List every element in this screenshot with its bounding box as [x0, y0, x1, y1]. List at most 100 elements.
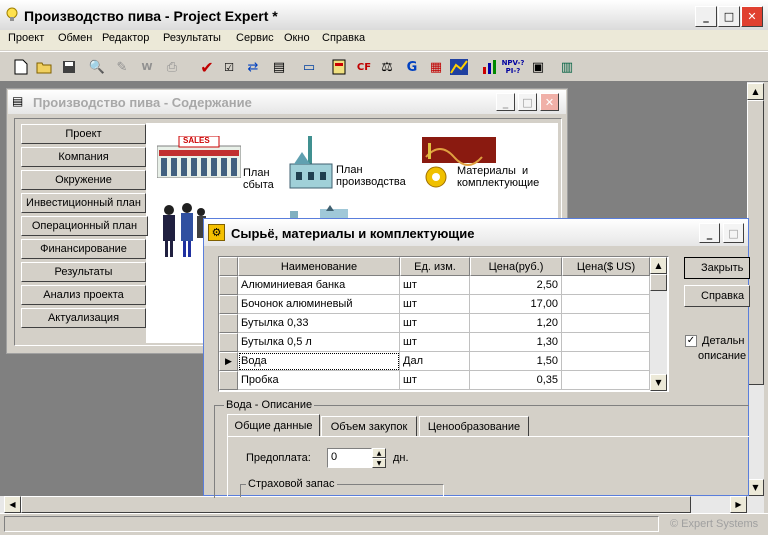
cell-unit[interactable]: шт: [400, 276, 470, 295]
chart-icon[interactable]: [330, 58, 348, 76]
calc-icon[interactable]: ▣: [529, 58, 547, 76]
cell-unit[interactable]: шт: [400, 371, 470, 390]
mdi-scroll-left-arrow[interactable]: ◀: [4, 496, 21, 513]
content-maximize-button[interactable]: □: [518, 93, 537, 111]
cell-price-usd[interactable]: [562, 295, 650, 314]
production-plan-item[interactable]: План производства: [288, 136, 413, 194]
grid-scroll-thumb[interactable]: [650, 274, 667, 291]
materials-item[interactable]: Материалы и комплектующие: [422, 137, 552, 193]
cell-price-rub[interactable]: 17,00: [470, 295, 562, 314]
nav-project[interactable]: Проект: [21, 124, 146, 144]
card-icon[interactable]: ▤: [270, 58, 288, 76]
row-indicator[interactable]: [219, 276, 238, 295]
cell-price-rub[interactable]: 1,30: [470, 333, 562, 352]
link-icon[interactable]: ✎: [113, 58, 131, 76]
prepayment-spin-down[interactable]: ▼: [372, 458, 386, 468]
menu-window[interactable]: Окно: [284, 32, 310, 44]
nav-operational-plan[interactable]: Операционный план: [21, 216, 148, 236]
menu-service[interactable]: Сервис: [236, 32, 274, 44]
cell-price-rub[interactable]: 0,35: [470, 371, 562, 390]
col-header-unit[interactable]: Ед. изм.: [400, 257, 470, 276]
help-button[interactable]: Справка: [684, 285, 750, 307]
cell-unit[interactable]: шт: [400, 314, 470, 333]
check-icon[interactable]: ✔: [198, 58, 216, 77]
nav-results[interactable]: Результаты: [21, 262, 146, 282]
tab-general-data[interactable]: Общие данные: [227, 414, 320, 436]
detailed-description-checkbox[interactable]: ✓: [685, 335, 697, 347]
nav-environment[interactable]: Окружение: [21, 170, 146, 190]
nav-project-analysis[interactable]: Анализ проекта: [21, 285, 146, 305]
scales-icon[interactable]: ⚖: [378, 58, 396, 76]
main-minimize-button[interactable]: _: [695, 6, 717, 27]
mdi-scroll-thumb[interactable]: [747, 100, 764, 385]
cell-name[interactable]: Алюминиевая банка: [238, 276, 400, 295]
bar-chart-icon[interactable]: [481, 58, 499, 76]
grid-scroll-down-arrow[interactable]: ▼: [650, 374, 667, 391]
row-indicator[interactable]: [219, 333, 238, 352]
graph-icon[interactable]: [450, 58, 468, 76]
new-icon[interactable]: [12, 58, 30, 76]
save-icon[interactable]: [60, 58, 78, 76]
cell-name[interactable]: Бутылка 0,33: [238, 314, 400, 333]
row-indicator[interactable]: [219, 371, 238, 390]
col-header-name[interactable]: Наименование: [238, 257, 400, 276]
materials-maximize-button[interactable]: □: [723, 223, 744, 243]
cell-name[interactable]: Пробка: [238, 371, 400, 390]
cell-name[interactable]: Бочонок алюминевый: [238, 295, 400, 314]
gear-g-icon[interactable]: G: [403, 58, 421, 76]
checklist-icon[interactable]: ☑: [220, 58, 238, 76]
cell-price-usd[interactable]: [562, 314, 650, 333]
cell-price-usd[interactable]: [562, 333, 650, 352]
col-header-price-rub[interactable]: Цена(руб.): [470, 257, 562, 276]
nav-actualization[interactable]: Актуализация: [21, 308, 146, 328]
tab-purchase-volume[interactable]: Объем закупок: [321, 416, 417, 436]
report2-icon[interactable]: ▥: [558, 58, 576, 76]
tab-pricing[interactable]: Ценообразование: [419, 416, 529, 436]
sales-plan-item[interactable]: SALES План сбыта: [157, 136, 277, 194]
exchange-icon[interactable]: ⇄: [244, 58, 262, 76]
mdi-scroll-down-arrow[interactable]: ▼: [747, 479, 764, 496]
cashflow-icon[interactable]: CF: [355, 58, 373, 76]
cell-price-usd[interactable]: [562, 371, 650, 390]
menu-editor[interactable]: Редактор: [102, 32, 149, 44]
close-dialog-button[interactable]: Закрыть: [684, 257, 750, 279]
cell-unit[interactable]: шт: [400, 333, 470, 352]
cell-price-rub[interactable]: 1,20: [470, 314, 562, 333]
row-indicator[interactable]: [219, 295, 238, 314]
nav-investment-plan[interactable]: Инвестиционный план: [21, 193, 146, 213]
menu-results[interactable]: Результаты: [163, 32, 221, 44]
content-minimize-button[interactable]: _: [496, 93, 515, 111]
cell-price-rub[interactable]: 2,50: [470, 276, 562, 295]
preview-icon[interactable]: 🔍: [88, 58, 106, 76]
cell-unit[interactable]: шт: [400, 295, 470, 314]
mdi-scroll-right-arrow[interactable]: ▶: [730, 496, 747, 513]
cell-price-usd[interactable]: [562, 352, 650, 371]
npv-icon[interactable]: NPV-? PI-?: [501, 58, 525, 76]
mdi-scroll-up-arrow[interactable]: ▲: [747, 83, 764, 100]
cell-name[interactable]: Вода: [238, 352, 400, 371]
prepayment-spin-up[interactable]: ▲: [372, 448, 386, 458]
content-close-button[interactable]: ✕: [540, 93, 559, 111]
col-header-price-usd[interactable]: Цена($ US): [562, 257, 650, 276]
menu-help[interactable]: Справка: [322, 32, 365, 44]
word-icon[interactable]: W: [138, 58, 156, 76]
mdi-hscroll-thumb[interactable]: [21, 496, 691, 513]
nav-company[interactable]: Компания: [21, 147, 146, 167]
menu-project[interactable]: Проект: [8, 32, 44, 44]
row-indicator[interactable]: [219, 314, 238, 333]
nav-financing[interactable]: Финансирование: [21, 239, 146, 259]
window-icon[interactable]: ▭: [300, 58, 318, 76]
open-icon[interactable]: [35, 58, 53, 76]
cell-unit[interactable]: Дал: [400, 352, 470, 371]
cell-name[interactable]: Бутылка 0,5 л: [238, 333, 400, 352]
main-close-button[interactable]: ✕: [741, 6, 763, 27]
materials-minimize-button[interactable]: _: [699, 223, 720, 243]
cell-price-rub[interactable]: 1,50: [470, 352, 562, 371]
grid-scroll-up-arrow[interactable]: ▲: [650, 257, 667, 274]
row-indicator[interactable]: ▶: [219, 352, 238, 371]
menu-exchange[interactable]: Обмен: [58, 32, 92, 44]
main-maximize-button[interactable]: □: [718, 6, 740, 27]
cell-price-usd[interactable]: [562, 276, 650, 295]
prepayment-input[interactable]: 0: [327, 448, 372, 468]
print-icon[interactable]: ⎙: [163, 58, 181, 76]
